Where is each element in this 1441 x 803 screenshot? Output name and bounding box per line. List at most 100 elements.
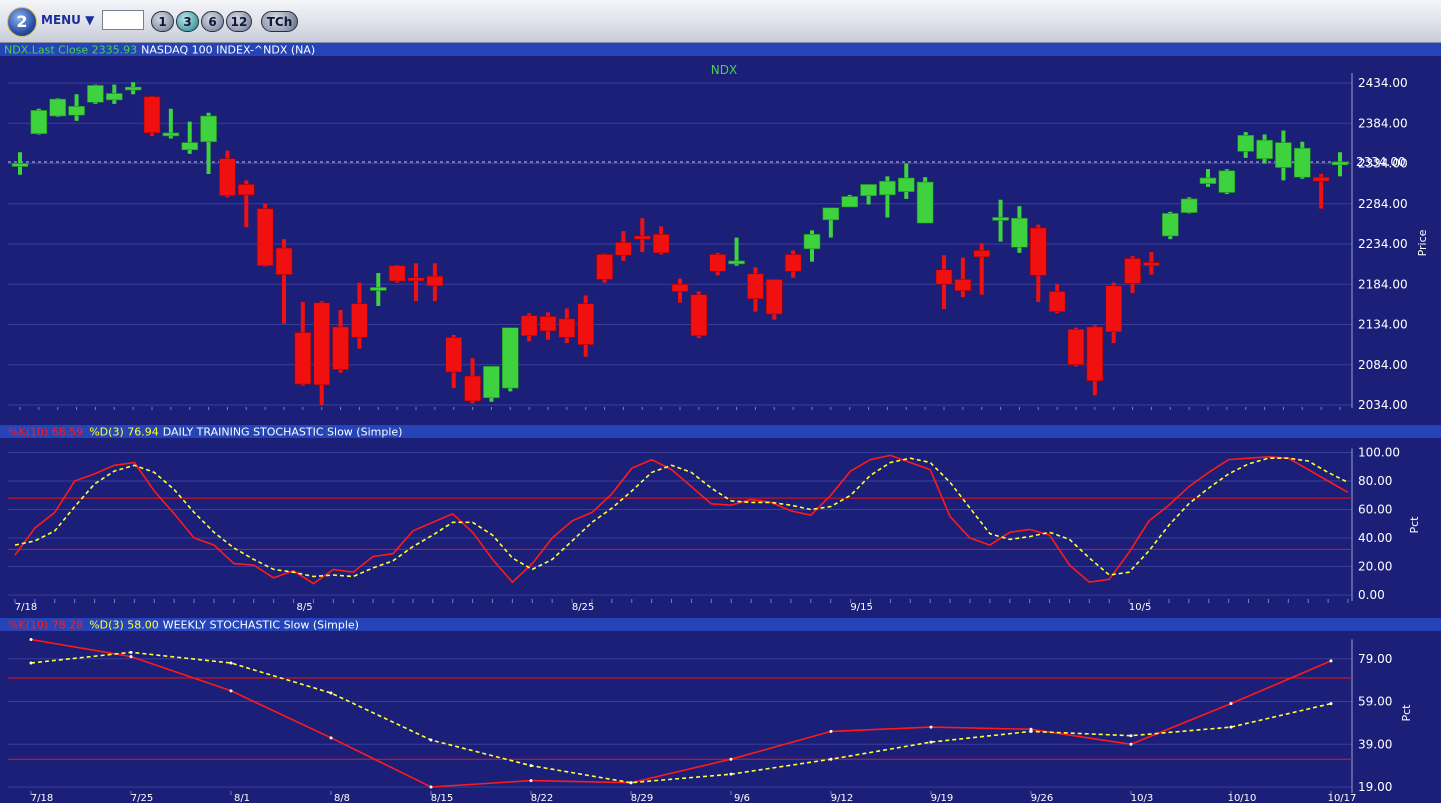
candle-body <box>765 279 783 315</box>
menu-button[interactable]: MENU ▼ <box>41 13 94 27</box>
weekly-k-point <box>1129 742 1133 746</box>
candle-body <box>615 242 632 256</box>
price-axis-label: Price <box>1416 229 1429 256</box>
candle-body <box>1218 170 1236 193</box>
price-ytick-label: 2384.00 <box>1358 116 1408 130</box>
weekly-xtick-label: 9/6 <box>734 793 750 803</box>
weekly-k-point <box>129 655 133 659</box>
weekly-k-point <box>1229 702 1233 706</box>
weekly-axis-label: Pct <box>1400 704 1413 722</box>
price-header-value: NDX.Last Close 2335.93 <box>4 44 137 57</box>
last-close-marker: 2334.00 <box>1356 155 1406 169</box>
daily-ytick-label: 80.00 <box>1358 474 1392 488</box>
candle-body <box>143 96 161 134</box>
candle-body <box>690 294 708 337</box>
candle-body <box>219 158 236 196</box>
candle-body <box>256 208 274 267</box>
price-candle <box>1067 327 1085 367</box>
price-candle <box>87 84 104 104</box>
weekly-xtick-label: 9/12 <box>831 793 853 803</box>
price-candle <box>690 291 708 339</box>
price-candle <box>501 327 519 392</box>
candle-body <box>1011 217 1028 248</box>
price-ytick-label: 2234.00 <box>1358 237 1408 251</box>
price-candle <box>596 253 613 283</box>
daily-xtick-label: 8/25 <box>572 602 594 613</box>
daily-axis-label: Pct <box>1408 516 1421 534</box>
price-candle <box>1180 197 1198 214</box>
candle-body <box>181 142 199 151</box>
candle-body <box>897 177 915 192</box>
candle-body <box>520 315 538 337</box>
daily-ytick-label: 60.00 <box>1358 503 1392 517</box>
daily-xtick-label: 10/5 <box>1129 602 1151 613</box>
price-candle <box>1218 169 1236 195</box>
candle-body <box>1275 142 1292 168</box>
candle-body <box>351 303 368 338</box>
candle-body <box>1180 198 1198 213</box>
price-ytick-label: 2034.00 <box>1358 398 1408 412</box>
candle-body <box>558 318 576 338</box>
price-candle <box>1161 211 1179 240</box>
weekly-k-point <box>829 729 833 733</box>
daily-d-value: %D(3) 76.94 <box>89 426 159 439</box>
weekly-xtick-label: 7/18 <box>31 793 53 803</box>
period-button-12[interactable]: 12 <box>226 11 252 32</box>
price-chart-title: NDX <box>711 63 737 77</box>
candle-body <box>294 332 312 385</box>
candle-body <box>747 273 764 300</box>
candle-body <box>1331 161 1349 166</box>
price-header: NDX.Last Close 2335.93 NASDAQ 100 INDEX-^… <box>4 44 315 57</box>
price-candle <box>49 98 67 117</box>
price-candle <box>765 279 783 320</box>
candle-body <box>313 302 331 386</box>
weekly-d-point <box>1129 734 1133 738</box>
candle-body <box>1086 326 1104 382</box>
weekly-d-point <box>29 661 33 665</box>
candle-body <box>784 254 802 272</box>
price-candle <box>388 264 406 283</box>
candle-body <box>200 115 217 143</box>
period-button-3[interactable]: 3 <box>176 11 199 32</box>
candle-body <box>68 106 85 116</box>
chart-background <box>0 43 1441 803</box>
weekly-ytick-label: 59.00 <box>1358 695 1392 709</box>
weekly-d-point <box>1329 702 1333 706</box>
weekly-k-point <box>1329 659 1333 663</box>
weekly-xtick-label: 8/8 <box>334 793 350 803</box>
weekly-k-point <box>429 785 433 789</box>
app-logo-icon[interactable]: 2 <box>7 7 37 37</box>
candle-body <box>1199 177 1217 184</box>
period-button-6[interactable]: 6 <box>201 11 224 32</box>
candle-body <box>1256 139 1273 159</box>
weekly-xtick-label: 9/26 <box>1031 793 1053 803</box>
weekly-k-value: %K(10) 78.28 <box>8 619 83 632</box>
daily-ytick-label: 100.00 <box>1358 446 1400 460</box>
weekly-stochastic-header: %K(10) 78.28 %D(3) 58.00 WEEKLY STOCHASTIC… <box>8 619 359 632</box>
tch-button[interactable]: TCh <box>261 11 298 32</box>
weekly-xtick-label: 10/17 <box>1328 793 1357 803</box>
period-button-1[interactable]: 1 <box>151 11 174 32</box>
symbol-input[interactable] <box>102 10 144 30</box>
chart-canvas: NDX.Last Close 2335.93 NASDAQ 100 INDEX-^… <box>0 43 1441 803</box>
candle-body <box>11 163 29 167</box>
candle-body <box>369 287 387 291</box>
candle-body <box>728 260 745 265</box>
candle-body <box>464 375 481 402</box>
weekly-ytick-label: 19.00 <box>1358 780 1392 794</box>
candle-body <box>916 181 934 224</box>
candle-body <box>445 337 463 373</box>
candle-body <box>1124 258 1141 284</box>
candle-body <box>1029 227 1047 276</box>
weekly-xtick-label: 7/25 <box>131 793 153 803</box>
candle-body <box>501 327 519 389</box>
candle-body <box>539 316 557 332</box>
weekly-d-point <box>129 650 133 654</box>
daily-stochastic-title: DAILY TRAINING STOCHASTIC Slow (Simple) <box>163 426 403 439</box>
weekly-k-point <box>329 736 333 740</box>
weekly-xtick-label: 8/1 <box>234 793 250 803</box>
weekly-d-point <box>529 764 533 768</box>
candle-body <box>633 235 651 240</box>
price-ytick-label: 2184.00 <box>1358 277 1408 291</box>
weekly-d-point <box>229 661 233 665</box>
